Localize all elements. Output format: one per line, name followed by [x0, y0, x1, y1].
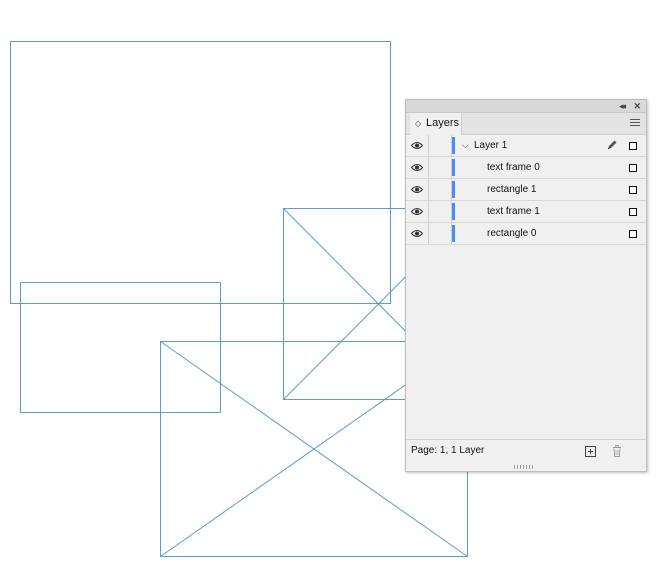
layer-status-text: Page: 1, 1 Layer	[411, 445, 485, 456]
object-label: rectangle 1	[487, 184, 537, 195]
selection-box[interactable]	[629, 208, 637, 216]
object-label: text frame 0	[487, 162, 540, 173]
selection-box[interactable]	[629, 186, 637, 194]
selection-box[interactable]	[629, 164, 637, 172]
layer-color-swatch	[452, 225, 455, 242]
collapse-icon[interactable]: ◂◂	[619, 100, 626, 112]
resize-grip[interactable]	[514, 465, 534, 469]
column-divider	[428, 201, 429, 222]
pencil-icon	[608, 140, 617, 149]
tab-label: Layers	[426, 117, 460, 129]
text-frame-0[interactable]	[10, 41, 391, 304]
object-row-text-frame-1[interactable]: text frame 1	[406, 201, 646, 223]
layer-row-layer-1[interactable]: ⌵ Layer 1	[406, 135, 646, 157]
column-divider	[428, 223, 429, 244]
text-frame-1[interactable]	[20, 282, 221, 413]
layer-color-swatch	[452, 159, 455, 176]
eye-icon[interactable]	[411, 185, 423, 194]
panel-menu-icon[interactable]	[630, 119, 640, 127]
expand-arrows-icon[interactable]: ◇	[415, 113, 421, 134]
layer-color-swatch	[452, 181, 455, 198]
layer-color-swatch	[452, 137, 455, 154]
tab-layers[interactable]: ◇ Layers	[410, 113, 462, 135]
trash-icon[interactable]	[612, 445, 622, 457]
layer-color-swatch	[452, 203, 455, 220]
new-layer-icon[interactable]	[585, 446, 596, 457]
close-icon[interactable]: ✕	[633, 100, 641, 112]
eye-icon[interactable]	[411, 207, 423, 216]
eye-icon[interactable]	[411, 229, 423, 238]
eye-icon[interactable]	[411, 141, 423, 150]
column-divider	[428, 157, 429, 178]
chevron-down-icon[interactable]: ⌵	[462, 135, 469, 156]
eye-icon[interactable]	[411, 163, 423, 172]
panel-footer: Page: 1, 1 Layer	[406, 439, 646, 471]
object-row-rectangle-0[interactable]: rectangle 0	[406, 223, 646, 245]
layers-panel: ◂◂ ✕ ◇ Layers ⌵ Layer 1 text frame 0 rec…	[405, 99, 647, 472]
column-divider	[428, 135, 429, 156]
layers-list: ⌵ Layer 1 text frame 0 rectangle 1 text …	[406, 135, 646, 245]
panel-tabbar: ◇ Layers	[406, 113, 646, 135]
layer-label: Layer 1	[474, 140, 508, 151]
object-label: text frame 1	[487, 206, 540, 217]
object-row-rectangle-1[interactable]: rectangle 1	[406, 179, 646, 201]
column-divider	[428, 179, 429, 200]
selection-box[interactable]	[629, 230, 637, 238]
object-label: rectangle 0	[487, 228, 537, 239]
selection-box[interactable]	[629, 142, 637, 150]
panel-titlebar[interactable]: ◂◂ ✕	[406, 100, 646, 113]
object-row-text-frame-0[interactable]: text frame 0	[406, 157, 646, 179]
